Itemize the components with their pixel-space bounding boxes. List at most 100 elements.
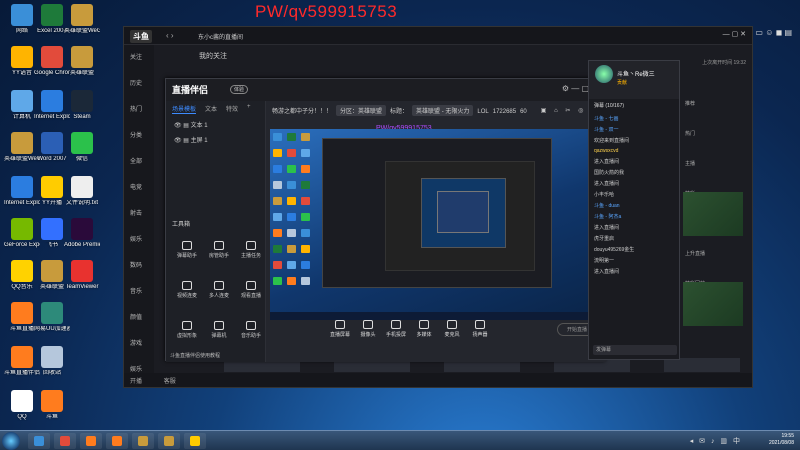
recommend-thumbnail[interactable] xyxy=(683,282,743,326)
dock-label: 多媒体 xyxy=(416,332,432,338)
recommend-item[interactable]: 主播 xyxy=(685,160,750,190)
source-label: 文本 1 xyxy=(190,123,208,129)
dock-item[interactable]: 手机投屏 xyxy=(382,320,410,338)
client-logo[interactable]: 斗鱼 xyxy=(130,30,152,43)
back-forward-buttons[interactable]: ‹ › xyxy=(166,31,174,40)
toolbox-item[interactable]: 主播任务 xyxy=(236,241,266,259)
sidebar-item[interactable]: 分类 xyxy=(124,123,154,149)
sidebar-item[interactable]: 数码 xyxy=(124,253,154,279)
toolbox-item[interactable]: 视频连麦 xyxy=(172,281,202,299)
toolbox-item[interactable]: 弹幕助手 xyxy=(172,241,202,259)
sidebar-item[interactable]: 全部 xyxy=(124,149,154,175)
sidebar-item[interactable]: 射击 xyxy=(124,201,154,227)
tool-icon xyxy=(182,281,192,290)
preview-icon xyxy=(273,261,282,269)
scene-tab[interactable]: 特效 xyxy=(226,104,238,114)
dock-item[interactable]: 直播屏幕 xyxy=(326,320,354,338)
avatar[interactable] xyxy=(595,65,613,83)
desktop-icon-label: 文件说明.txt xyxy=(65,200,98,206)
desktop-icon[interactable]: 网易UU加速器 xyxy=(34,302,70,333)
service-button[interactable]: 客服 xyxy=(164,379,176,385)
chat-message: 虎牙重启 xyxy=(594,236,615,242)
taskbar-app[interactable] xyxy=(158,433,180,449)
taskbar-app-icon xyxy=(138,436,148,446)
toolbox-item[interactable]: 弹幕机 xyxy=(204,321,234,339)
taskbar-app[interactable] xyxy=(80,433,102,449)
preview-icon xyxy=(287,197,296,205)
chat-message: 进入直播间 xyxy=(594,225,620,231)
tool-icon xyxy=(182,321,192,330)
client-window-controls[interactable]: — ▢ ✕ xyxy=(723,30,746,38)
companion-logo: 直播伴侣 xyxy=(172,85,209,95)
toolbox-item[interactable]: 观看直播 xyxy=(236,281,266,299)
tool-icon xyxy=(182,241,192,250)
scene-tab[interactable]: 文本 xyxy=(205,104,217,114)
scene-tab[interactable]: 场景模板 xyxy=(172,104,197,114)
preview-icon xyxy=(301,277,310,285)
desktop-icon[interactable]: 回收站 xyxy=(34,346,70,377)
desktop-icon[interactable]: 文件说明.txt xyxy=(64,176,100,207)
chat-message: 进入直播间 xyxy=(594,269,620,275)
client-top-icons[interactable]: ▭ ☺ ◼ ▤ xyxy=(755,28,792,37)
clock[interactable]: 19:55 2021/08/08 xyxy=(769,433,794,447)
sidebar-item[interactable]: 音乐 xyxy=(124,279,154,305)
stream-info-item: 分区：英雄联盟 xyxy=(336,105,387,116)
tool-label: 弹幕助手 xyxy=(176,253,197,259)
recommend-item[interactable]: 推荐 xyxy=(685,100,750,130)
toolbox-item[interactable]: 房管助手 xyxy=(204,241,234,259)
dock-label: 直播屏幕 xyxy=(329,332,350,338)
source-screen[interactable]: 👁 ▤ 主屏 1 xyxy=(166,132,265,147)
sidebar-item[interactable]: 颜值 xyxy=(124,305,154,331)
desktop-icon[interactable]: 微信 xyxy=(64,132,100,163)
start-button[interactable] xyxy=(2,432,20,450)
sidebar-item[interactable]: 历史 xyxy=(124,71,154,97)
sidebar-item[interactable]: 娱乐 xyxy=(124,227,154,253)
dock-item[interactable]: 麦克风 xyxy=(438,320,466,338)
desktop-icon[interactable]: 英雄联盟WeGame版 xyxy=(64,4,100,35)
scene-tab[interactable]: + xyxy=(247,104,251,114)
recommend-item[interactable]: 上升直播 xyxy=(685,250,750,280)
desktop-icon[interactable]: 斗鱼 xyxy=(34,390,70,421)
taskbar-app[interactable] xyxy=(28,433,50,449)
app-icon xyxy=(71,176,93,198)
desktop-icon[interactable]: Steam xyxy=(64,90,100,121)
desktop-icon[interactable]: TeamViewer xyxy=(64,260,100,291)
preview-icon xyxy=(273,245,282,253)
preview-window-nested xyxy=(421,178,506,248)
preview-icon xyxy=(273,133,282,141)
taskbar-app[interactable] xyxy=(106,433,128,449)
tool-label: 音乐助手 xyxy=(240,333,261,339)
sidebar-item[interactable]: 游戏 xyxy=(124,331,154,357)
taskbar-app[interactable] xyxy=(184,433,206,449)
dock-item[interactable]: 扬声器 xyxy=(466,320,494,338)
taskbar-app-icon xyxy=(86,436,96,446)
tray-icons[interactable]: ◂ ✉ ♪ ▥ 中 xyxy=(690,436,742,446)
toolbox-item[interactable]: 虚拟形象 xyxy=(172,321,202,339)
toolbox-item[interactable]: 多人连麦 xyxy=(204,281,234,299)
chat-input[interactable]: 发弹幕 xyxy=(593,345,677,355)
dock-item[interactable]: 摄像头 xyxy=(354,320,382,338)
app-icon xyxy=(71,132,93,154)
dock-item[interactable]: 多媒体 xyxy=(410,320,438,338)
chat-header: 斗鱼丶Re微三 贡献 xyxy=(589,61,679,99)
sidebar-item[interactable]: 关注 xyxy=(124,45,154,71)
desktop-icon[interactable]: 英雄联盟 xyxy=(64,46,100,77)
taskbar-app[interactable] xyxy=(132,433,154,449)
taskbar-app[interactable] xyxy=(54,433,76,449)
tutorial-notice[interactable]: 斗鱼直播伴侣使用教程 xyxy=(170,352,220,359)
thumbnail[interactable] xyxy=(664,358,740,372)
dock-label: 摄像头 xyxy=(360,332,376,338)
app-icon xyxy=(71,4,93,26)
go-live-button[interactable]: 开播 xyxy=(130,379,142,385)
experience-badge[interactable]: 体验 xyxy=(230,85,249,94)
recommend-item[interactable]: 热门 xyxy=(685,130,750,160)
stream-info-item[interactable]: 畅游之都中子分！！！ xyxy=(272,109,332,115)
recommend-thumbnail[interactable] xyxy=(683,192,743,236)
toolbox-item[interactable]: 音乐助手 xyxy=(236,321,266,339)
sidebar-item[interactable]: 电竞 xyxy=(124,175,154,201)
desktop-icon[interactable]: Adobe Premiere xyxy=(64,218,100,249)
sidebar-item[interactable]: 热门 xyxy=(124,97,154,123)
source-text[interactable]: 👁 ▤ 文本 1 xyxy=(166,117,265,132)
chat-message: 进入直播间 xyxy=(594,181,620,187)
app-icon xyxy=(41,346,63,368)
